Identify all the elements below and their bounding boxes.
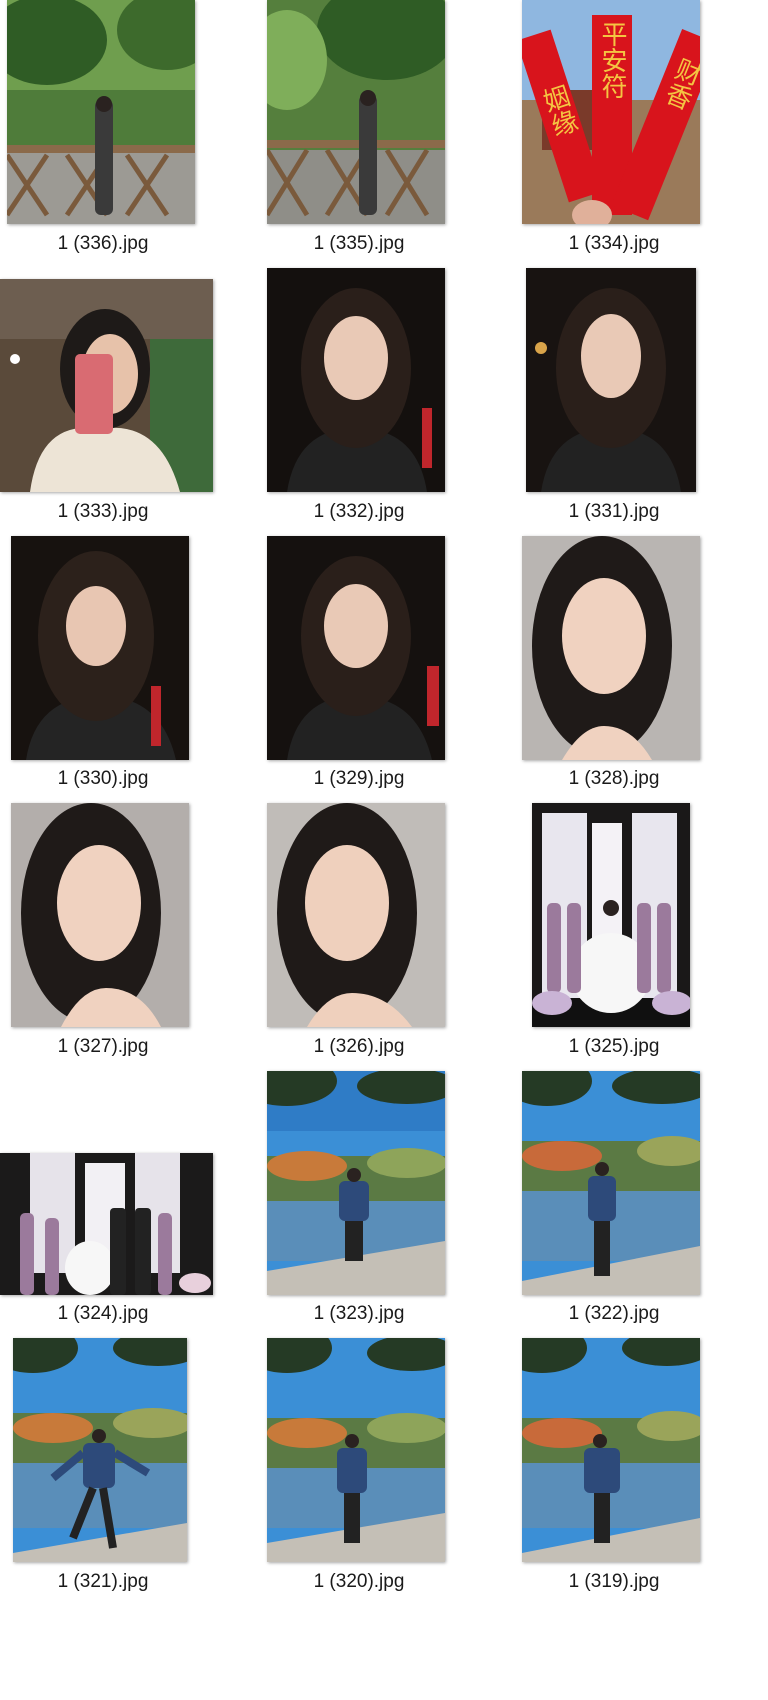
file-name[interactable]: 1 (332).jpg bbox=[249, 501, 469, 523]
file-name[interactable]: 1 (320).jpg bbox=[249, 1571, 469, 1593]
file-thumbnail-grid: 1 (336).jpg 1 (335).jpg 姻缘 平安符 财香 1 (334… bbox=[0, 0, 768, 1700]
thumbnail[interactable] bbox=[522, 536, 700, 760]
file-name[interactable]: 1 (333).jpg bbox=[0, 501, 213, 523]
file-name[interactable]: 1 (319).jpg bbox=[504, 1571, 724, 1593]
file-name[interactable]: 1 (330).jpg bbox=[0, 768, 213, 790]
file-name[interactable]: 1 (331).jpg bbox=[504, 501, 724, 523]
thumbnail[interactable] bbox=[13, 1338, 187, 1562]
file-name[interactable]: 1 (325).jpg bbox=[504, 1036, 724, 1058]
file-name[interactable]: 1 (329).jpg bbox=[249, 768, 469, 790]
thumbnail[interactable] bbox=[7, 0, 195, 224]
file-name[interactable]: 1 (335).jpg bbox=[249, 233, 469, 255]
thumbnail[interactable] bbox=[267, 0, 445, 224]
thumbnail[interactable] bbox=[522, 1071, 700, 1295]
file-name[interactable]: 1 (324).jpg bbox=[0, 1303, 213, 1325]
file-name[interactable]: 1 (328).jpg bbox=[504, 768, 724, 790]
file-name[interactable]: 1 (323).jpg bbox=[249, 1303, 469, 1325]
thumbnail[interactable] bbox=[532, 803, 690, 1027]
thumbnail[interactable] bbox=[522, 1338, 700, 1562]
thumbnail[interactable] bbox=[11, 536, 189, 760]
file-name[interactable]: 1 (322).jpg bbox=[504, 1303, 724, 1325]
file-name[interactable]: 1 (321).jpg bbox=[0, 1571, 213, 1593]
ribbon-text-middle: 平安符 bbox=[597, 21, 627, 99]
thumbnail[interactable] bbox=[0, 279, 213, 492]
thumbnail[interactable] bbox=[267, 268, 445, 492]
thumbnail[interactable] bbox=[0, 1153, 213, 1295]
thumbnail[interactable]: 姻缘 平安符 财香 bbox=[522, 0, 700, 224]
thumbnail[interactable] bbox=[267, 803, 445, 1027]
file-name[interactable]: 1 (327).jpg bbox=[0, 1036, 213, 1058]
thumbnail[interactable] bbox=[267, 1071, 445, 1295]
thumbnail[interactable] bbox=[526, 268, 696, 492]
thumbnail[interactable] bbox=[267, 1338, 445, 1562]
file-name[interactable]: 1 (336).jpg bbox=[0, 233, 213, 255]
thumbnail[interactable] bbox=[267, 536, 445, 760]
thumbnail[interactable] bbox=[11, 803, 189, 1027]
file-name[interactable]: 1 (326).jpg bbox=[249, 1036, 469, 1058]
file-name[interactable]: 1 (334).jpg bbox=[504, 233, 724, 255]
